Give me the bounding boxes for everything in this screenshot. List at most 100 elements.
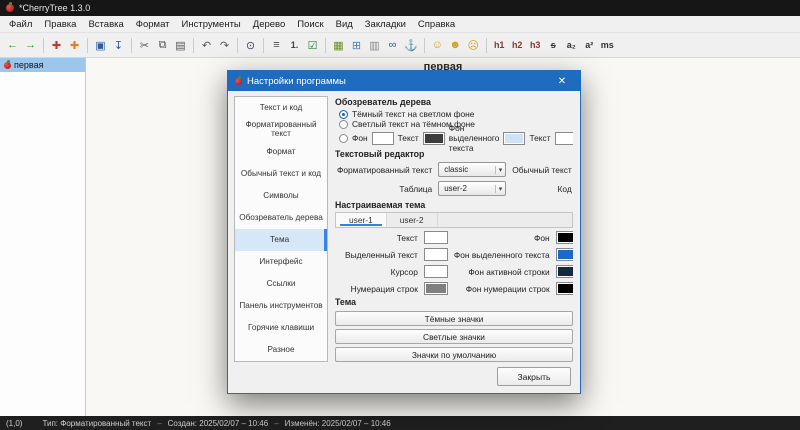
tree-sel-text-color-button[interactable] [554,131,573,145]
toolbar-separator [193,37,194,53]
go-forward-icon[interactable]: → [22,36,39,55]
settings-category[interactable]: Символы [235,185,327,207]
settings-category[interactable]: Текст и код [235,97,327,119]
h3-icon[interactable]: h3 [527,36,544,55]
monospace-icon[interactable]: ms [599,36,616,55]
app-cherry-icon [6,2,14,12]
settings-category[interactable]: Ссылки [235,273,327,295]
menu-item[interactable]: Вид [330,18,359,31]
undo-icon[interactable]: ↶ [198,36,215,55]
h2-icon[interactable]: h2 [509,36,526,55]
tab-user-2[interactable]: user-2 [387,213,438,227]
tree-node-selected[interactable]: первая [0,58,85,72]
color-swatch-button[interactable] [555,248,573,261]
color-swatch-button[interactable] [555,231,573,244]
settings-category[interactable]: Обычный текст и код [235,163,327,185]
settings-category[interactable]: Тема [235,229,327,251]
color-swatch-button[interactable] [555,282,573,295]
insert-table-icon[interactable]: ⊞ [348,36,365,55]
status-bar: (1,0) Тип: Форматированный текст – Созда… [0,416,800,430]
cut-icon[interactable]: ✂ [136,36,153,55]
bullet-list-icon[interactable]: ≡ [268,36,285,55]
insert-codebox-icon[interactable]: ▥ [366,36,383,55]
subscript-icon[interactable]: a₂ [563,36,580,55]
close-icon[interactable] [551,71,573,91]
settings-category[interactable]: Обозреватель дерева [235,207,327,229]
settings-category[interactable]: Формат [235,141,327,163]
radio-checked-icon [339,109,348,119]
window-titlebar: *CherryTree 1.3.0 [0,0,800,16]
table-style-value: user-2 [444,184,467,193]
add-node-icon[interactable]: ✚ [48,36,65,55]
strikethrough-icon[interactable]: s [545,36,562,55]
dialog-title: Настройки программы [247,75,346,87]
copy-icon[interactable]: ⧉ [154,36,171,55]
table-style-select[interactable]: user-2 [438,181,507,196]
superscript-icon[interactable]: a² [581,36,598,55]
color-label: Фон нумерации строк [465,283,550,294]
palette-area: Текст Фон Выделенный текст Фон выделенного … [335,231,573,295]
section-text-editor-title: Текстовый редактор [335,149,425,159]
smiley-cool-icon[interactable]: ☻ [447,36,464,55]
dialog-body: Текст и код Форматированный текст Формат Об… [228,91,580,363]
tree-node-label: первая [14,60,44,70]
todo-list-icon[interactable]: ☑ [304,36,321,55]
window-title: *CherryTree 1.3.0 [19,3,91,13]
menu-item[interactable]: Поиск [291,18,329,31]
tree-bg-color-button[interactable] [371,131,394,145]
color-swatch-button[interactable] [555,265,573,278]
toolbar-separator [237,37,238,53]
numbered-list-icon[interactable]: 1. [286,36,303,55]
color-label: Текст [396,232,418,243]
settings-category[interactable]: Панель инструментов [235,295,327,317]
tree-text-color-button[interactable] [422,131,445,145]
radio-icon[interactable] [339,133,348,143]
menu-item[interactable]: Инструменты [176,18,247,31]
menu-item[interactable]: Файл [3,18,38,31]
menu-item[interactable]: Закладки [359,18,412,31]
menu-item[interactable]: Формат [130,18,176,31]
smiley-icon[interactable]: ☺ [429,36,446,55]
insert-link-icon[interactable]: ∞ [384,36,401,55]
theme-icons-button[interactable]: Светлые значки [335,329,573,344]
color-swatch-button[interactable] [423,265,448,278]
tree-panel[interactable]: первая [0,58,86,416]
settings-content: Обозреватель дерева Тёмный текст на свет… [335,96,573,362]
option-dark-text-light-bg[interactable]: Тёмный текст на светлом фоне [335,109,573,119]
paste-icon[interactable]: ▤ [172,36,189,55]
settings-category[interactable]: Форматированный текст [235,119,327,141]
dialog-titlebar[interactable]: Настройки программы [228,71,580,91]
color-swatch-button[interactable] [423,231,448,244]
editor-style-grid: Форматированный текст classic Обычный те… [337,162,573,196]
close-button[interactable]: Закрыть [497,367,571,386]
insert-image-icon[interactable]: ▦ [330,36,347,55]
search-icon[interactable]: ⊙ [242,36,259,55]
theme-icons-button[interactable]: Тёмные значки [335,311,573,326]
redo-icon[interactable]: ↷ [216,36,233,55]
export-icon[interactable]: ↧ [110,36,127,55]
code-style-label: Код [557,183,572,194]
cursor-position: (1,0) [6,418,23,428]
menu-item[interactable]: Справка [412,18,461,31]
smiley-sad-icon[interactable]: ☹ [465,36,482,55]
color-swatch-button[interactable] [423,282,448,295]
dialog-cherry-icon [235,75,242,85]
insert-anchor-icon[interactable]: ⚓ [402,36,420,55]
richtext-style-select[interactable]: classic [438,162,507,177]
h1-icon[interactable]: h1 [491,36,508,55]
go-back-icon[interactable]: ← [4,36,21,55]
settings-category[interactable]: Интерфейс [235,251,327,273]
richtext-style-label: Форматированный текст [337,164,433,175]
menu-item[interactable]: Вставка [82,18,129,31]
tree-sel-bg-color-button[interactable] [503,131,526,145]
settings-category[interactable]: Горячие клавиши [235,317,327,339]
menu-item[interactable]: Дерево [247,18,292,31]
toolbar-separator [87,37,88,53]
theme-icons-button[interactable]: Значки по умолчанию [335,347,573,362]
save-icon[interactable]: ▣ [92,36,109,55]
tab-user-1[interactable]: user-1 [336,213,387,227]
menu-item[interactable]: Правка [38,18,82,31]
color-swatch-button[interactable] [423,248,448,261]
add-subnode-icon[interactable]: ✚ [66,36,83,55]
settings-category[interactable]: Разное [235,339,327,361]
